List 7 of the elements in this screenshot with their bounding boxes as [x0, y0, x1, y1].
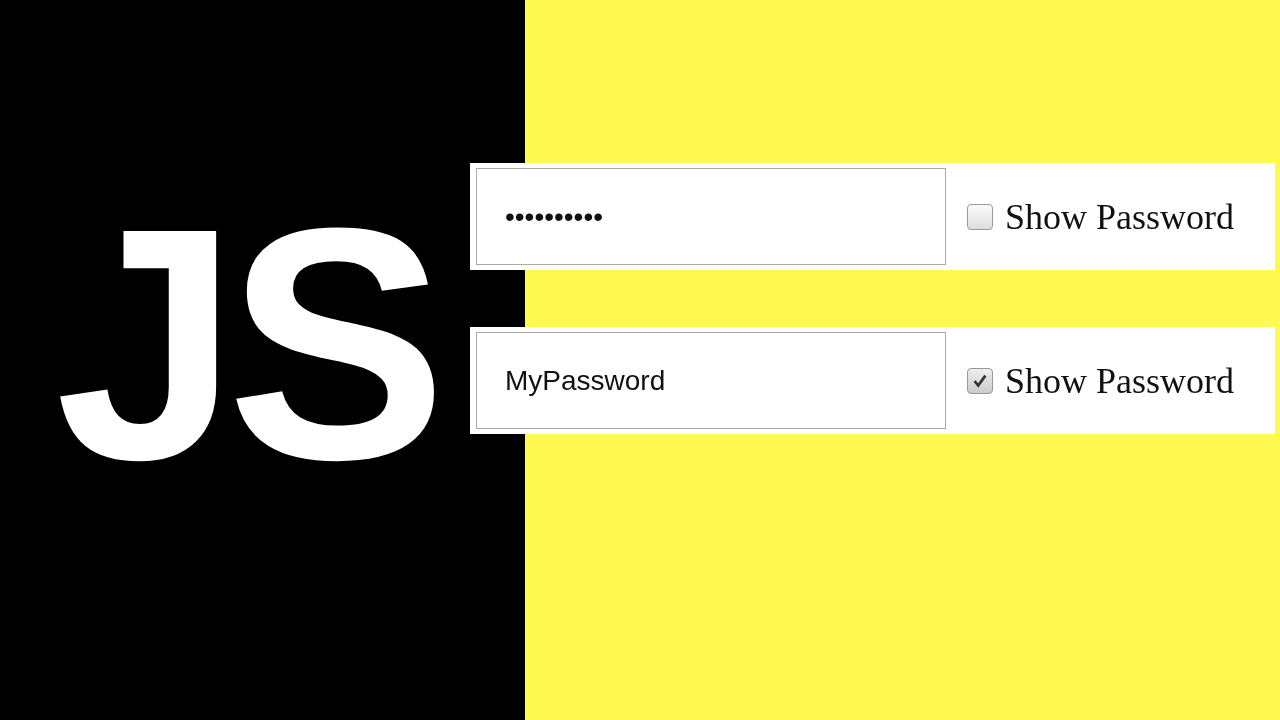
password-field[interactable]: •••••••••• — [476, 168, 946, 265]
checkbox-label[interactable]: Show Password — [1005, 359, 1235, 402]
checkbox[interactable] — [967, 203, 993, 230]
checkbox-label[interactable]: Show Password — [1005, 195, 1235, 238]
logo-text: JS — [54, 179, 435, 509]
password-field[interactable]: MyPassword — [476, 332, 946, 429]
checkbox[interactable] — [967, 367, 993, 394]
